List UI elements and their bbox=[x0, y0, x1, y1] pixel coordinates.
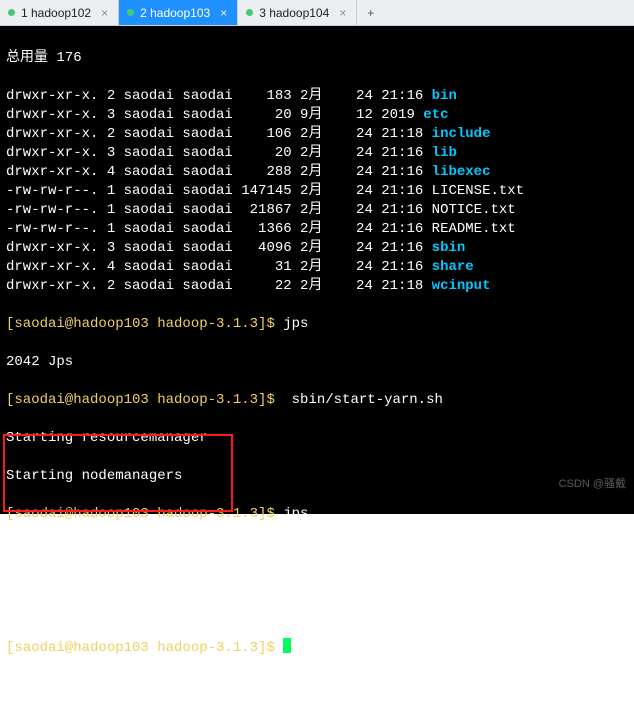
ls-row: drwxr-xr-x. 3 saodai saodai 20 2月 24 21:… bbox=[6, 144, 628, 163]
add-tab-button[interactable]: + bbox=[357, 0, 384, 25]
tab-label: 1 hadoop102 bbox=[21, 6, 91, 20]
tab-label: 2 hadoop103 bbox=[140, 6, 210, 20]
ls-total: 总用量 176 bbox=[6, 49, 628, 68]
close-icon[interactable]: × bbox=[101, 6, 108, 20]
tab-hadoop104[interactable]: 3 hadoop104 × bbox=[238, 0, 357, 25]
status-dot-icon bbox=[8, 9, 15, 16]
close-icon[interactable]: × bbox=[339, 6, 346, 20]
yarn-start-2: Starting nodemanagers bbox=[6, 467, 628, 486]
ls-row: drwxr-xr-x. 2 saodai saodai 106 2月 24 21… bbox=[6, 125, 628, 144]
prompt-line-1: [saodai@hadoop103 hadoop-3.1.3]$ jps bbox=[6, 315, 628, 334]
terminal-output[interactable]: 总用量 176 drwxr-xr-x. 2 saodai saodai 183 … bbox=[0, 26, 634, 514]
ls-row: drwxr-xr-x. 2 saodai saodai 22 2月 24 21:… bbox=[6, 277, 628, 296]
plus-icon: + bbox=[367, 6, 374, 20]
tab-label: 3 hadoop104 bbox=[259, 6, 329, 20]
tab-hadoop102[interactable]: 1 hadoop102 × bbox=[0, 0, 119, 25]
prompt-line-3: [saodai@hadoop103 hadoop-3.1.3]$ jps bbox=[6, 505, 628, 524]
ls-row: drwxr-xr-x. 4 saodai saodai 288 2月 24 21… bbox=[6, 163, 628, 182]
ls-listing: drwxr-xr-x. 2 saodai saodai 183 2月 24 21… bbox=[6, 87, 628, 296]
ls-row: -rw-rw-r--. 1 saodai saodai 147145 2月 24… bbox=[6, 182, 628, 201]
ls-row: -rw-rw-r--. 1 saodai saodai 1366 2月 24 2… bbox=[6, 220, 628, 239]
ls-row: -rw-rw-r--. 1 saodai saodai 21867 2月 24 … bbox=[6, 201, 628, 220]
status-dot-icon bbox=[127, 9, 134, 16]
jps-output-1: 2042 Jps bbox=[6, 353, 628, 372]
jps-line: 2784 Jps bbox=[6, 562, 628, 581]
tab-hadoop103[interactable]: 2 hadoop103 × bbox=[119, 0, 238, 25]
tab-bar: 1 hadoop102 × 2 hadoop103 × 3 hadoop104 … bbox=[0, 0, 634, 26]
jps-output-2: 2128 DataNode2784 Jps2435 NodeManager231… bbox=[6, 543, 628, 619]
cursor-icon bbox=[283, 638, 291, 653]
jps-line: 2128 DataNode bbox=[6, 543, 628, 562]
prompt-line-4: [saodai@hadoop103 hadoop-3.1.3]$ bbox=[6, 638, 628, 658]
yarn-start-1: Starting resourcemanager bbox=[6, 429, 628, 448]
prompt-line-2: [saodai@hadoop103 hadoop-3.1.3]$ sbin/st… bbox=[6, 391, 628, 410]
close-icon[interactable]: × bbox=[220, 6, 227, 20]
jps-line: 2435 NodeManager bbox=[6, 581, 628, 600]
jps-line: 2314 ResourceManager bbox=[6, 600, 628, 619]
ls-row: drwxr-xr-x. 3 saodai saodai 20 9月 12 201… bbox=[6, 106, 628, 125]
status-dot-icon bbox=[246, 9, 253, 16]
ls-row: drwxr-xr-x. 4 saodai saodai 31 2月 24 21:… bbox=[6, 258, 628, 277]
watermark: CSDN @骚戴 bbox=[559, 475, 626, 494]
ls-row: drwxr-xr-x. 3 saodai saodai 4096 2月 24 2… bbox=[6, 239, 628, 258]
ls-row: drwxr-xr-x. 2 saodai saodai 183 2月 24 21… bbox=[6, 87, 628, 106]
